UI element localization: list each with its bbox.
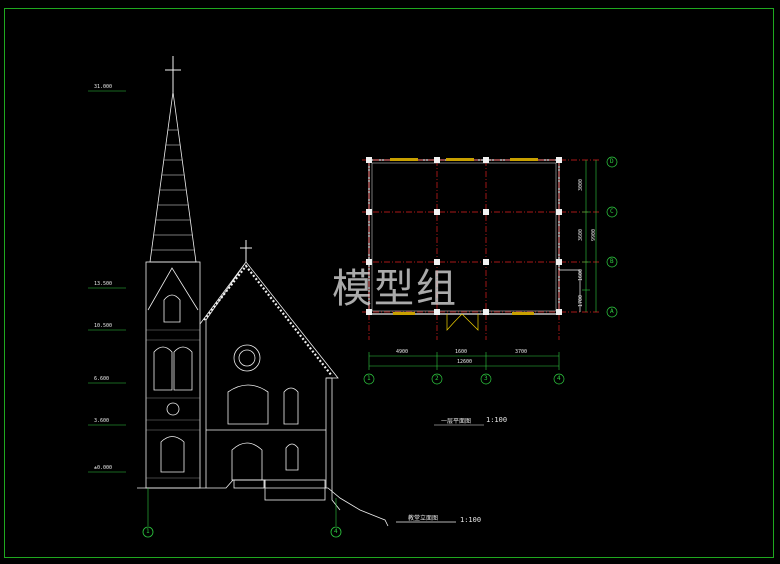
gable-serration [203, 264, 333, 377]
spire-cross [165, 56, 181, 92]
plan-right-dim-1: 3000 [578, 178, 585, 192]
plan-axis-label-D: D [610, 158, 614, 165]
plan-right-dim-4: 1700 [578, 294, 585, 308]
plan-axis-label-1: 1 [367, 375, 371, 382]
nave-window-side [283, 387, 299, 425]
plan-dim-3: 3700 [515, 349, 528, 355]
elevation-scale: 1:100 [460, 516, 482, 524]
level-mark-1: 31.000 [94, 84, 113, 90]
plan-axis-label-C: C [610, 208, 614, 215]
nave-window-triple [227, 384, 269, 425]
plan-title: 一层平面图 [441, 418, 472, 425]
nave-cross [240, 240, 252, 262]
elevation-axis-label-4: 4 [334, 528, 338, 535]
level-mark-4: 6.600 [94, 376, 110, 382]
tower-oculus [166, 402, 180, 416]
plan-right-dim-total: 9900 [591, 228, 598, 242]
foundation-band [264, 479, 326, 501]
entry-steps [233, 479, 265, 489]
tower-window-pair [153, 346, 193, 391]
plan-axis-label-4: 4 [557, 375, 561, 382]
main-door [231, 442, 263, 481]
nave-gable [199, 261, 339, 488]
watermark-text: 模型组 [332, 266, 458, 312]
side-window-lower [285, 443, 299, 471]
plan-dim-1: 4900 [396, 349, 409, 355]
plan-right-dim-3: 1600 [578, 268, 585, 282]
plan-scale: 1:100 [486, 416, 508, 424]
plan-dim-2: 1600 [455, 349, 468, 355]
plan-axis-label-3: 3 [484, 375, 488, 382]
elevation-axis-label-1: 1 [146, 528, 150, 535]
tower-door [160, 436, 185, 473]
level-mark-3: 10.500 [94, 323, 113, 329]
level-mark-6: ±0.000 [94, 465, 113, 471]
plan-right-dim-2: 3600 [578, 228, 585, 242]
plan-axis-label-2: 2 [435, 375, 439, 382]
ground-line [137, 479, 389, 527]
plan-axis-label-B: B [610, 258, 614, 265]
rose-window [233, 344, 261, 372]
tower-window-top [163, 294, 181, 323]
spire [149, 91, 197, 263]
plan-dim-total: 12600 [457, 359, 473, 365]
plan-door-swing [446, 313, 479, 331]
plan-side-bay [559, 269, 581, 312]
level-mark-2: 13.500 [94, 281, 113, 287]
side-buttress [326, 377, 341, 511]
elevation-title: 教堂立面图 [408, 515, 439, 522]
spire-hatch [152, 129, 194, 251]
plan-axis-label-A: A [610, 308, 614, 315]
level-mark-5: 3.600 [94, 418, 110, 424]
